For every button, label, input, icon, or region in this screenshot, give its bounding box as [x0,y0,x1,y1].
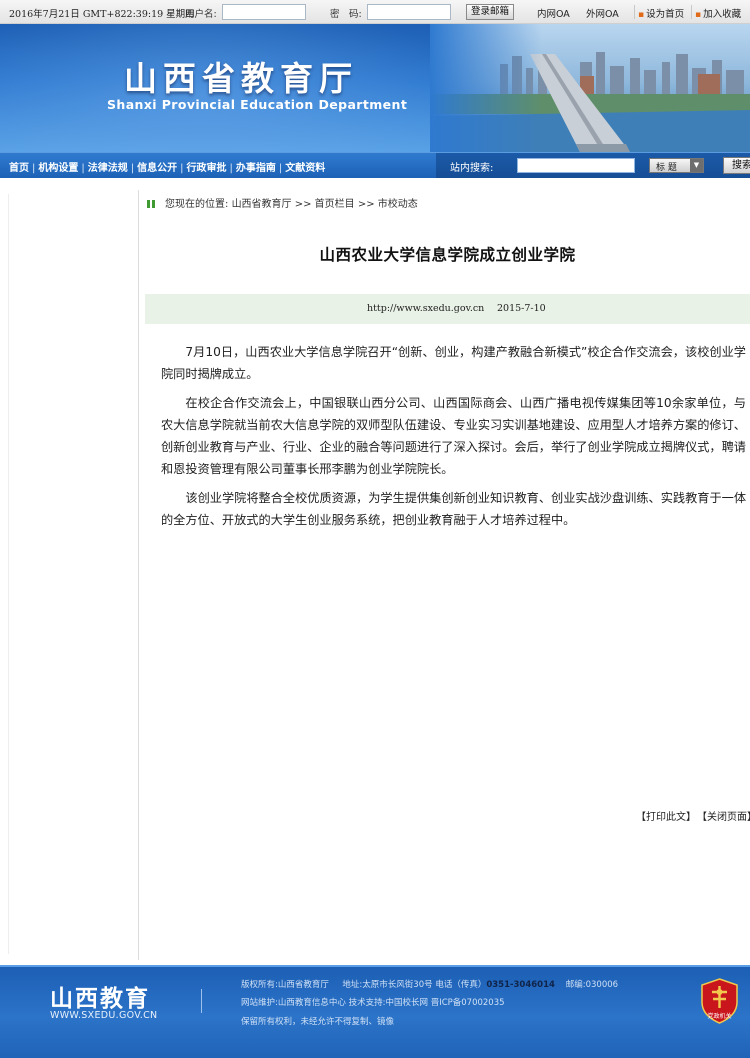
site-footer: 山西教育 WWW.SXEDU.GOV.CN 版权所有:山西省教育厅 地址:太原市… [0,965,750,1058]
copyright-label: 版权所有: [241,980,278,990]
article-tools: 【打印此文】【关闭页面】 [636,808,750,823]
footer-divider [201,989,202,1013]
set-homepage-link[interactable]: ▪ 设为首页 [638,6,684,20]
nav-separator: | [130,163,135,174]
address-label: 地址: [342,980,363,990]
header-banner: 山西省教育厅 Shanxi Provincial Education Depar… [0,24,750,152]
nav-separator: | [278,163,283,174]
phone-label: 电话（传真） [435,980,487,990]
left-sidebar [0,190,139,960]
username-label: 用户名: [185,9,217,20]
nav-separator: | [32,163,36,174]
password-input[interactable] [367,4,451,20]
chevron-down-icon: ▼ [690,159,703,172]
article-title: 山西农业大学信息学院成立创业学院 [319,246,576,264]
postcode-label: 邮编: [565,980,586,990]
copyright-value: 山西省教育厅 [277,980,329,990]
add-favorite-label: 加入收藏 [703,9,742,20]
search-field-select[interactable]: 标 题 ▼ [649,158,704,173]
nav-item-disclosure[interactable]: 信息公开 [137,163,177,174]
breadcrumb-path[interactable]: 山西省教育厅 >> 首页栏目 >> 市校动态 [232,199,418,210]
nav-item-approval[interactable]: 行政审批 [187,163,227,174]
password-label: 密 码: [330,9,362,20]
site-subtitle: Shanxi Provincial Education Department [107,97,408,112]
article-paragraph: 该创业学院将整合全校优质资源，为学生提供集创新创业知识教育、创业实战沙盘训练、实… [161,491,747,527]
top-utility-bar: 2016年7月21日 GMT+822:39:19 星期四 用户名: 密 码: 登… [0,0,750,24]
search-button[interactable]: 搜索 [723,157,750,174]
site-title: 山西省教育厅 [124,59,358,98]
tech-label: 技术支持: [348,998,386,1008]
nav-items: 首页 | 机构设置 | 法律法规 | 信息公开 | 行政审批 | 办事指南 | 文献资料 [9,159,325,174]
extranet-oa-link[interactable]: 外网OA [586,6,619,20]
nav-separator: | [81,163,85,174]
article-source-url: http://www.sxedu.gov.cn [367,303,485,314]
maintain-label: 网站维护: [241,998,278,1008]
emblem-text: 党政机关 [707,1012,731,1020]
breadcrumb: 您现在的位置: 山西省教育厅 >> 首页栏目 >> 市校动态 [147,195,418,210]
phone-value: 0351-3046014 [486,980,555,990]
nav-item-guide[interactable]: 办事指南 [236,163,276,174]
divider [691,5,692,19]
divider [634,5,635,19]
main-nav: 首页 | 机构设置 | 法律法规 | 信息公开 | 行政审批 | 办事指南 | 文献资料 站内搜索: 标… [0,152,750,178]
article-date: 2015-7-10 [497,303,546,314]
location-icon [147,200,155,208]
footer-rights: 保留所有权利，未经允许不得复制、镜像 [241,1017,395,1027]
nav-item-organization[interactable]: 机构设置 [38,163,78,174]
add-favorite-link[interactable]: ▪ 加入收藏 [695,6,741,20]
article-body: 7月10日，山西农业大学信息学院召开“创新、创业，构建产教融合新模式”校企合作交… [161,341,746,538]
footer-logo-site: WWW.SXEDU.GOV.CN [50,1010,158,1021]
nav-separator: | [229,163,233,174]
intranet-oa-link[interactable]: 内网OA [537,6,570,20]
close-page-link[interactable]: 【关闭页面】 [702,812,750,823]
government-emblem-icon[interactable]: 党政机关 [700,978,739,1024]
postcode-value: 030006 [585,980,619,990]
nav-separator: | [180,163,184,174]
footer-line-maintenance: 网站维护:山西教育信息中心 技术支持:中国校长网 晋ICP备07002035 [241,996,505,1008]
username-input[interactable] [222,4,306,20]
tech-value: 中国校长网 [385,998,428,1008]
article-paragraph: 7月10日，山西农业大学信息学院召开“创新、创业，构建产教融合新模式”校企合作交… [161,345,746,381]
nav-item-home[interactable]: 首页 [9,163,29,174]
article-paragraph: 在校企合作交流会上，中国银联山西分公司、山西国际商会、山西广播电视传媒集团等10… [161,396,746,476]
nav-item-laws[interactable]: 法律法规 [88,163,128,174]
set-homepage-label: 设为首页 [646,9,685,20]
current-datetime: 2016年7月21日 GMT+822:39:19 星期四 [9,9,195,20]
maintain-value: 山西教育信息中心 [277,998,346,1008]
nav-item-documents[interactable]: 文献资料 [285,163,325,174]
footer-logo: 山西教育 [50,986,150,1012]
login-mail-button[interactable]: 登录邮箱 [466,4,514,20]
bullet-icon: ▪ [695,10,702,20]
address-value: 太原市长风街30号 [362,980,433,990]
icp-number[interactable]: 晋ICP备07002035 [431,998,505,1008]
site-search-label: 站内搜索: [450,163,494,174]
breadcrumb-prefix: 您现在的位置: [165,199,229,210]
print-article-link[interactable]: 【打印此文】 [636,812,696,823]
article-meta: http://www.sxedu.gov.cn 2015-7-10 [145,294,750,324]
left-sidebar-inner [8,194,137,954]
footer-line-copyright: 版权所有:山西省教育厅 地址:太原市长风街30号 电话（传真）0351-3046… [241,978,618,990]
search-field-value: 标 题 [656,163,677,173]
bullet-icon: ▪ [638,10,645,20]
city-skyline-image [430,24,750,152]
site-search-input[interactable] [517,158,635,173]
